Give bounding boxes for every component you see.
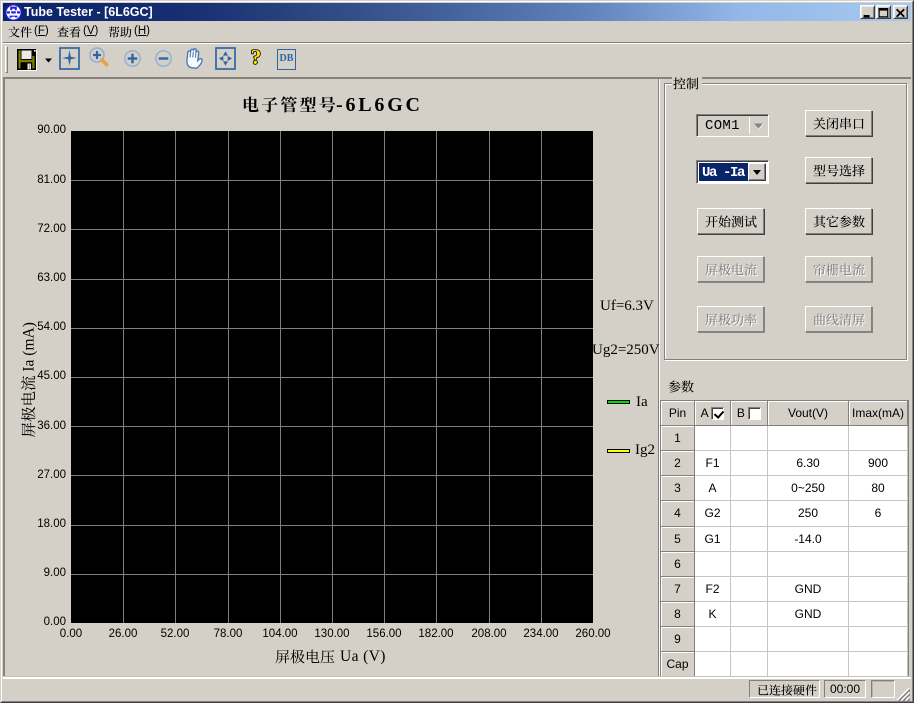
svg-text:?: ?: [251, 47, 262, 69]
